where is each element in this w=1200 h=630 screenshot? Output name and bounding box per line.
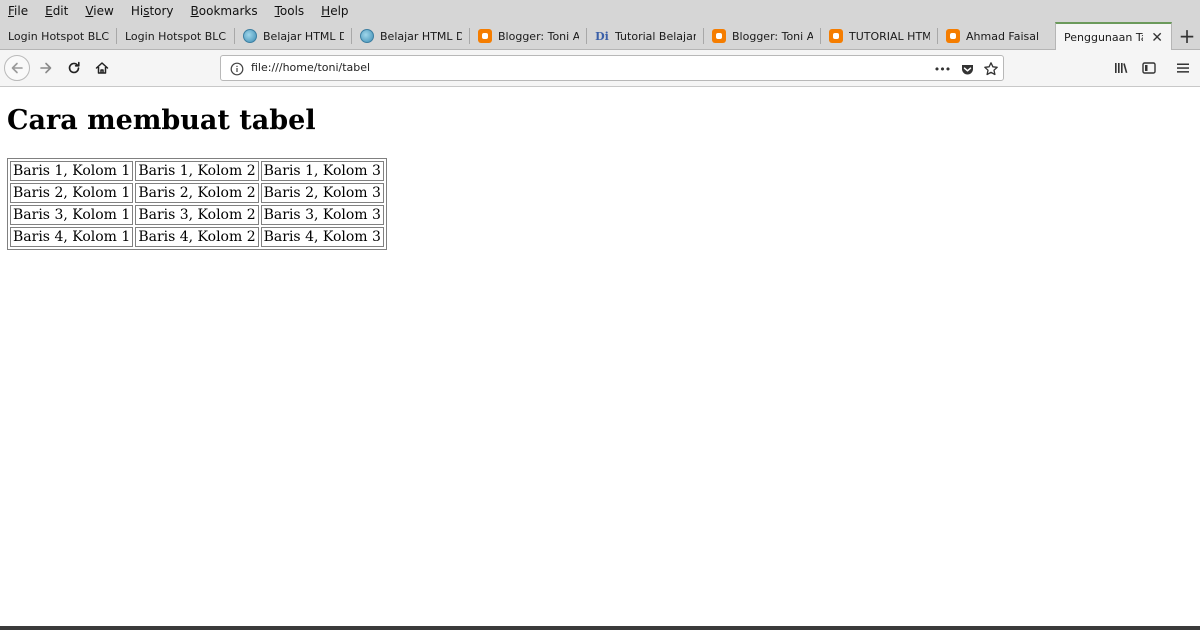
tab-strip: Login Hotspot BLC T Login Hotspot BLC T …: [0, 22, 1200, 51]
info-icon[interactable]: [229, 60, 245, 78]
arrow-left-icon: [11, 62, 23, 74]
menu-tools[interactable]: Tools: [275, 0, 305, 22]
tab[interactable]: Di Tutorial Belajar: [587, 22, 704, 50]
table-cell: Baris 4, Kolom 2: [135, 227, 259, 247]
reload-button[interactable]: [61, 55, 87, 81]
table-cell: Baris 4, Kolom 1: [10, 227, 134, 247]
tab-label: Penggunaan Tag: [1064, 31, 1143, 44]
tab-label: TUTORIAL HTML: [849, 29, 930, 43]
tab[interactable]: Belajar HTML Da: [352, 22, 470, 50]
table-cell: Baris 2, Kolom 2: [135, 183, 259, 203]
home-icon: [95, 62, 109, 74]
pocket-icon[interactable]: [958, 60, 976, 78]
globe-icon: [243, 29, 257, 43]
navigation-toolbar: file:///home/toni/tabel •••: [0, 50, 1200, 87]
blogger-icon: [712, 29, 726, 43]
tab[interactable]: Belajar HTML Da: [235, 22, 352, 50]
menu-bookmarks[interactable]: Bookmarks: [191, 0, 258, 22]
blogger-icon: [946, 29, 960, 43]
table-cell: Baris 3, Kolom 2: [135, 205, 259, 225]
table-cell: Baris 1, Kolom 2: [135, 161, 259, 181]
table-cell: Baris 2, Kolom 1: [10, 183, 134, 203]
hamburger-icon: [1177, 63, 1189, 73]
tab-label: Blogger: Toni An: [732, 29, 813, 43]
tab-label: Blogger: Toni An: [498, 29, 579, 43]
reload-icon: [68, 61, 80, 74]
url-text[interactable]: file:///home/toni/tabel: [251, 61, 370, 74]
page-title: Cara membuat tabel: [7, 105, 316, 136]
window-bottom-edge: [0, 626, 1200, 630]
menu-edit[interactable]: Edit: [45, 0, 68, 22]
menu-help[interactable]: Help: [321, 0, 348, 22]
tab[interactable]: TUTORIAL HTML: [821, 22, 938, 50]
home-button[interactable]: [89, 55, 115, 81]
tab-active[interactable]: Penggunaan Tag ✕: [1055, 22, 1172, 51]
blogger-icon: [829, 29, 843, 43]
table-row: Baris 3, Kolom 1 Baris 3, Kolom 2 Baris …: [10, 205, 384, 225]
table-row: Baris 4, Kolom 1 Baris 4, Kolom 2 Baris …: [10, 227, 384, 247]
menu-file[interactable]: File: [8, 0, 28, 22]
tab[interactable]: Ahmad Faisal: [938, 22, 1055, 50]
menu-button[interactable]: [1170, 55, 1196, 81]
table-cell: Baris 1, Kolom 3: [260, 161, 384, 181]
blogger-icon: [478, 29, 492, 43]
table-row: Baris 2, Kolom 1 Baris 2, Kolom 2 Baris …: [10, 183, 384, 203]
data-table: Baris 1, Kolom 1 Baris 1, Kolom 2 Baris …: [7, 158, 387, 250]
table-cell: Baris 2, Kolom 3: [260, 183, 384, 203]
new-tab-button[interactable]: +: [1174, 22, 1200, 50]
tab[interactable]: Blogger: Toni An: [704, 22, 821, 50]
close-tab-icon[interactable]: ✕: [1151, 30, 1163, 46]
forward-button[interactable]: [33, 55, 59, 81]
tab-label: Ahmad Faisal: [966, 29, 1040, 43]
tab-label: Login Hotspot BLC T: [125, 29, 227, 43]
sidebar-icon: [1142, 62, 1156, 74]
library-icon: [1115, 63, 1128, 74]
table-row: Baris 1, Kolom 1 Baris 1, Kolom 2 Baris …: [10, 161, 384, 181]
table-cell: Baris 3, Kolom 1: [10, 205, 134, 225]
globe-icon: [360, 29, 374, 43]
tab-label: Tutorial Belajar: [615, 29, 696, 43]
tab[interactable]: Login Hotspot BLC T: [0, 22, 117, 50]
page-content: Cara membuat tabel Baris 1, Kolom 1 Bari…: [0, 88, 1200, 626]
table-cell: Baris 4, Kolom 3: [260, 227, 384, 247]
tab-label: Belajar HTML Da: [380, 29, 462, 43]
table-cell: Baris 3, Kolom 3: [260, 205, 384, 225]
page-actions-icon[interactable]: •••: [933, 60, 951, 78]
tab-label: Login Hotspot BLC T: [8, 29, 109, 43]
tab[interactable]: Blogger: Toni An: [470, 22, 587, 50]
menu-history[interactable]: History: [131, 0, 174, 22]
arrow-right-icon: [40, 62, 52, 74]
menu-view[interactable]: View: [85, 0, 113, 22]
tab[interactable]: Login Hotspot BLC T: [117, 22, 235, 50]
menu-bar: File Edit View History Bookmarks Tools H…: [0, 0, 1200, 22]
table-cell: Baris 1, Kolom 1: [10, 161, 134, 181]
library-button[interactable]: [1108, 55, 1134, 81]
url-bar[interactable]: file:///home/toni/tabel •••: [220, 55, 1004, 81]
sidebar-button[interactable]: [1136, 55, 1162, 81]
di-icon: Di: [595, 29, 609, 43]
back-button[interactable]: [4, 55, 30, 81]
tab-label: Belajar HTML Da: [263, 29, 344, 43]
bookmark-star-icon[interactable]: [982, 60, 1000, 78]
